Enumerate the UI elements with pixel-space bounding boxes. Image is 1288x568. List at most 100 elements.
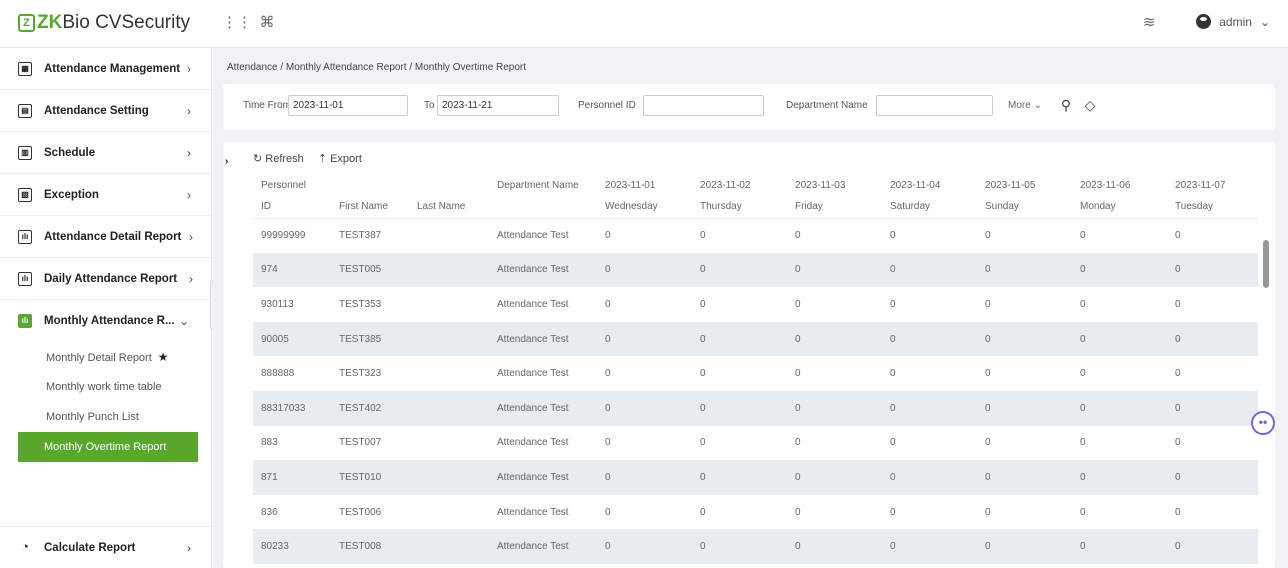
table-cell: 0 [1175,437,1181,449]
table-cell: 0 [1175,333,1181,345]
weekday-header: Sunday [977,196,1073,219]
star-icon[interactable]: ★ [158,350,169,364]
date-header[interactable]: 2023-11-07 [1167,174,1258,196]
layers-icon[interactable]: ≋ [1140,14,1158,32]
weekday-header: Thursday [692,196,788,219]
weekday-header: Saturday [882,196,978,219]
sidebar-item-label: Calculate Report [44,541,136,554]
table-cell: 0 [890,506,896,518]
table-cell: 0 [1175,506,1181,518]
clear-icon[interactable]: ◇ [1079,94,1101,116]
vertical-scrollbar[interactable] [1263,222,1270,552]
time-from-input[interactable]: 2023-11-01 [288,95,408,116]
calendar-icon: ▦ [18,61,32,76]
table-cell: TEST008 [339,541,382,553]
table-row[interactable]: 930113 TEST353 Attendance Test 0 0 0 0 0 0 0 [253,287,1258,322]
chevron-down-icon: ⌄ [1259,14,1270,29]
date-header[interactable]: 2023-11-06 [1072,174,1167,196]
date-header[interactable]: 2023-11-04 [882,174,977,196]
subitem-label: Monthly Detail Report [46,352,152,364]
personnel-group-header: Personnel [261,179,307,191]
table-cell: TEST005 [339,264,382,276]
table-cell [409,391,489,426]
table-row[interactable]: 871 TEST010 Attendance Test 0 0 0 0 0 0 0 [253,460,1259,495]
department-name-label: Department Name [786,100,868,111]
sidebar: ▦ Attendance Management › ▤ Attendance Sett… [0,48,212,568]
table-cell: 0 [1080,437,1086,449]
date-header[interactable]: 2023-11-03 [787,174,882,196]
table-row[interactable]: 90005 TEST385 Attendance Test 0 0 0 0 0 0 0 [253,321,1259,357]
table-cell: 0 [795,437,801,449]
sidebar-item-schedule[interactable]: ▥ Schedule › [0,132,211,174]
sidebar-item-exception[interactable]: ▧ Exception › [0,174,211,216]
table-cell: 0 [890,264,896,276]
more-filters-toggle[interactable]: More ⌄ [1008,100,1042,111]
user-menu[interactable]: admin ⌄ [1196,14,1270,29]
table-cell: 0 [605,541,611,553]
table-cell: 974 [261,264,278,276]
refresh-button[interactable]: ↻ Refresh [253,152,304,165]
last-name-header[interactable]: Last Name [409,196,490,219]
table-cell: 930113 [261,298,294,310]
avatar-icon [1196,14,1212,29]
chevron-right-icon: › [187,188,191,202]
first-name-header[interactable]: First Name [331,196,409,219]
table-cell: 836 [261,506,278,518]
sidebar-item-calculate-report[interactable]: ◔ Calculate Report › [0,526,211,568]
table-row[interactable]: 99999999 TEST387 Attendance Test 0 0 0 0 0 0 0 [253,218,1258,253]
scrollbar-thumb[interactable] [1263,240,1269,288]
sidebar-item-daily-attendance-report[interactable]: ılı Daily Attendance Report › [0,258,211,300]
table-cell [409,495,489,530]
table-cell: Attendance Test [497,298,569,310]
table-cell: 0 [890,402,896,414]
subitem-monthly-punch-list[interactable]: Monthly Punch List [0,402,211,432]
sidebar-item-attendance-management[interactable]: ▦ Attendance Management › [0,48,211,90]
table-cell: 0 [985,437,991,449]
table-cell: 0 [700,368,706,380]
table-cell: 0 [890,230,896,242]
subitem-monthly-detail-report[interactable]: Monthly Detail Report ★ [0,342,211,372]
department-name-input[interactable] [876,95,993,116]
table-cell: 0 [985,471,991,483]
table-cell: Attendance Test [497,264,569,276]
assistant-bot-icon[interactable]: •• [1251,411,1275,435]
table-cell: 0 [1175,264,1181,276]
table-cell [409,287,489,322]
date-header[interactable]: 2023-11-05 [977,174,1072,196]
id-header[interactable]: ID [253,196,331,219]
table-cell [409,529,489,564]
chevron-right-icon[interactable]: › [225,156,228,167]
sidebar-item-attendance-setting[interactable]: ▤ Attendance Setting › [0,90,211,132]
table-cell: 0 [985,402,991,414]
sidebar-item-attendance-detail-report[interactable]: ılı Attendance Detail Report › [0,216,211,258]
date-header[interactable]: 2023-11-02 [692,174,787,196]
table-cell: 0 [605,471,611,483]
date-header[interactable]: 2023-11-01 [597,174,692,196]
command-icon[interactable]: ⌘ [258,14,276,32]
personnel-id-input[interactable] [643,95,764,116]
table-cell: 0 [1080,471,1086,483]
export-button[interactable]: ⇡ Export [318,152,362,165]
table-row[interactable]: 88317033 TEST402 Attendance Test 0 0 0 0 0 0 0 [253,390,1259,426]
department-header[interactable]: Department Name [489,174,597,196]
settings-icon: ▤ [18,103,32,118]
table-cell: 0 [700,333,706,345]
table-row[interactable]: 883 TEST007 Attendance Test 0 0 0 0 0 0 0 [253,426,1258,461]
subitem-monthly-work-time-table[interactable]: Monthly work time table [0,372,211,402]
time-to-input[interactable]: 2023-11-21 [437,95,559,116]
table-cell: 0 [985,506,991,518]
table-cell: 0 [1175,230,1181,242]
app-logo[interactable]: Z ZK Bio CVSecurity [18,12,190,34]
logo-text: Bio CVSecurity [62,12,191,33]
apps-grid-icon[interactable]: ⋮⋮ [222,14,252,32]
table-row[interactable]: 836 TEST006 Attendance Test 0 0 0 0 0 0 0 [253,495,1258,530]
table-row[interactable]: 974 TEST005 Attendance Test 0 0 0 0 0 0 0 [253,252,1259,288]
table-cell: 0 [795,298,801,310]
refresh-label: Refresh [265,153,304,165]
search-icon[interactable]: ⚲ [1055,94,1077,116]
table-cell: 0 [795,264,801,276]
table-row[interactable]: 80233 TEST008 Attendance Test 0 0 0 0 0 0 0 [253,529,1259,564]
sidebar-item-monthly-attendance-report[interactable]: ılı Monthly Attendance R... ⌄ [0,300,211,342]
table-row[interactable]: 888888 TEST323 Attendance Test 0 0 0 0 0 0 0 [253,356,1258,391]
subitem-monthly-overtime-report[interactable]: Monthly Overtime Report [18,432,198,462]
